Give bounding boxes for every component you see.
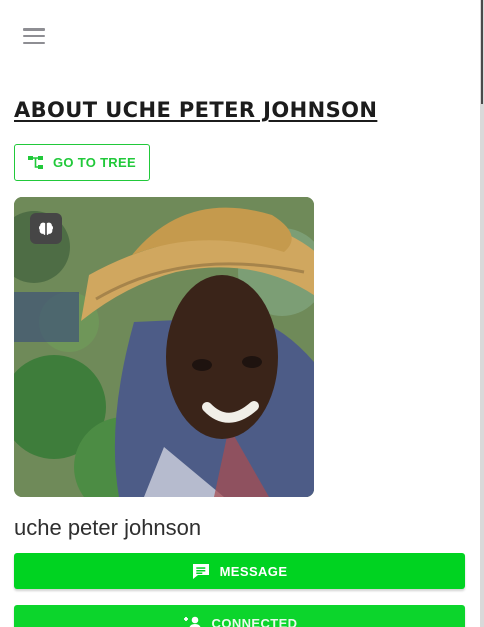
profile-page: ABOUT UCHE PETER JOHNSON GO TO TREE uche…: [0, 0, 484, 627]
connected-label: CONNECTED: [211, 615, 298, 627]
profile-photo: [14, 197, 314, 497]
person-add-icon: [183, 616, 200, 627]
page-title: ABOUT UCHE PETER JOHNSON: [14, 98, 378, 122]
hamburger-menu-icon[interactable]: [23, 28, 45, 44]
menu-button[interactable]: [20, 24, 48, 48]
face-analysis-button[interactable]: [30, 213, 62, 244]
go-to-tree-button[interactable]: GO TO TREE: [14, 144, 150, 181]
go-to-tree-label: GO TO TREE: [53, 155, 136, 170]
message-label: MESSAGE: [219, 563, 288, 579]
family-tree-icon: [28, 155, 43, 169]
chat-message-icon: [192, 563, 209, 579]
message-button[interactable]: MESSAGE: [14, 553, 465, 589]
brain-icon: [38, 222, 54, 235]
page-scrollbar[interactable]: [480, 0, 484, 627]
person-name: uche peter johnson: [14, 515, 202, 540]
connected-button[interactable]: CONNECTED: [14, 605, 465, 627]
